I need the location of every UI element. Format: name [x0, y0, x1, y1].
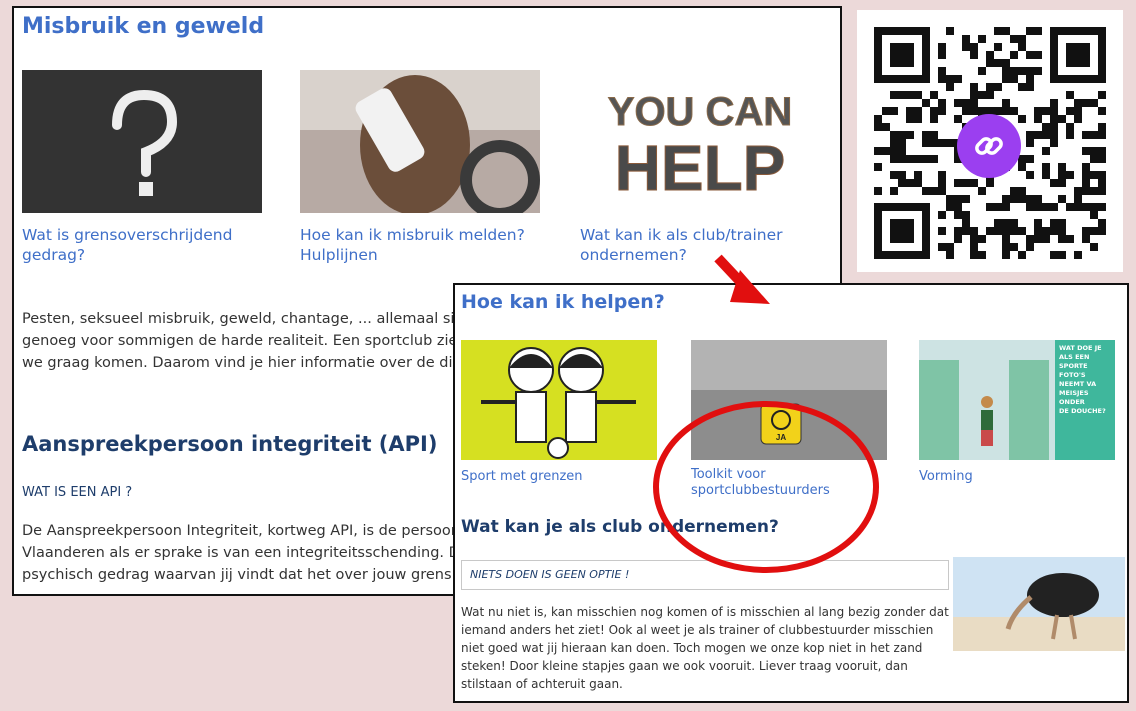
annotation-layer: [653, 254, 879, 573]
red-circle-highlight: [653, 401, 879, 573]
red-arrow-icon: [714, 254, 770, 304]
